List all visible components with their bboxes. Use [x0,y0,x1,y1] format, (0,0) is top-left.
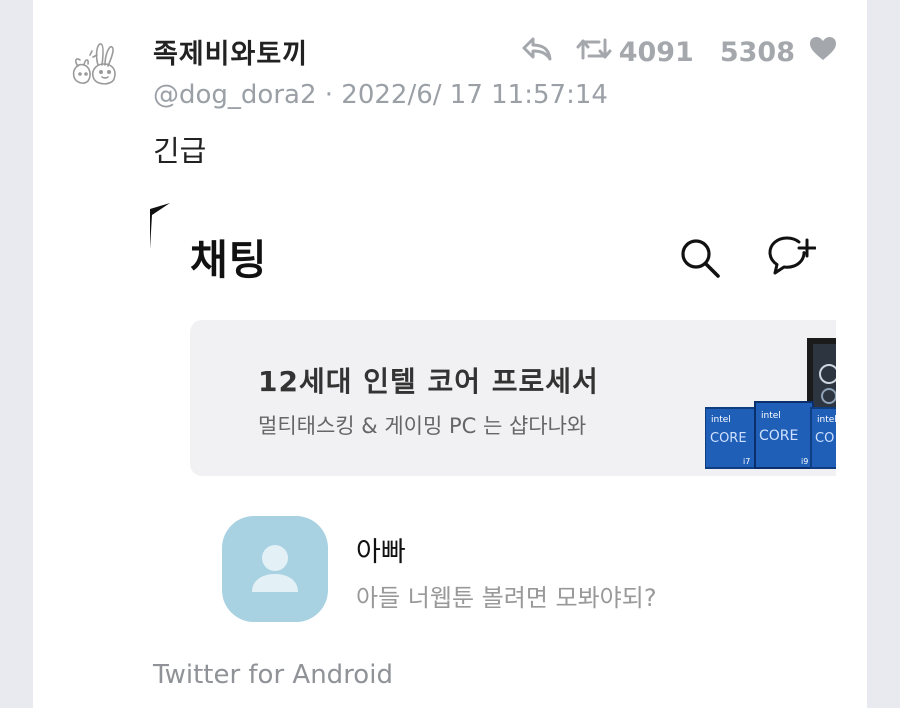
rabbit-avatar-icon[interactable] [68,35,126,93]
display-name[interactable]: 족제비와토끼 [153,32,308,71]
retweet-icon[interactable] [575,35,613,70]
svg-text:CORE: CORE [759,428,798,444]
tweet-actions: 4091 5308 [521,35,837,69]
ad-product-image: intel CORE i7 intel CORE i9 intel CO [705,338,836,469]
svg-text:intel: intel [761,411,781,421]
reply-icon[interactable] [521,36,553,69]
person-icon [252,545,298,592]
svg-text:intel: intel [817,415,836,425]
tweet-source[interactable]: Twitter for Android [153,660,393,690]
svg-text:CO: CO [815,431,834,446]
new-chat-icon[interactable] [768,234,817,280]
search-icon[interactable] [678,236,722,280]
svg-text:CORE: CORE [710,431,747,446]
handle-line: @dog_dora2 · 2022/6/ 17 11:57:14 [153,80,608,110]
separator: · [324,80,334,110]
like-count: 5308 [719,36,795,68]
tweet-media[interactable]: 채팅 12세대 인텔 코어 프로세서 멀티태스킹 & 게이밍 PC 는 샵다나와 [148,198,836,648]
retweet-count: 4091 [618,36,694,68]
intel-badge-i9: intel CORE i9 [754,401,814,469]
chat-list-item[interactable]: 아빠 아들 너웹툰 볼려면 모봐야되? [190,516,830,626]
timestamp[interactable]: 2022/6/ 17 11:57:14 [341,80,608,110]
contact-avatar[interactable] [222,516,328,622]
intel-badge-i7: intel CORE i7 [705,407,758,469]
ad-title: 12세대 인텔 코어 프로세서 [258,365,599,398]
corner-mark [150,203,170,249]
svg-text:intel: intel [711,415,731,425]
ad-banner[interactable]: 12세대 인텔 코어 프로세서 멀티태스킹 & 게이밍 PC 는 샵다나와 in… [190,320,836,476]
tweet-text: 긴급 [153,134,207,168]
svg-text:i9: i9 [801,457,808,466]
last-message: 아들 너웹툰 볼려면 모봐야되? [356,584,657,612]
handle[interactable]: @dog_dora2 [153,80,317,110]
svg-text:i7: i7 [743,457,750,466]
ad-subtitle: 멀티태스킹 & 게이밍 PC 는 샵다나와 [258,414,587,438]
intel-badge-partial: intel CO [810,407,836,469]
tweet-card: 족제비와토끼 @dog_dora2 · 2022/6/ 17 11:57:14 … [33,0,867,708]
chat-screen-title: 채팅 [190,236,268,284]
contact-name: 아빠 [356,537,406,568]
heart-icon[interactable] [809,36,837,69]
